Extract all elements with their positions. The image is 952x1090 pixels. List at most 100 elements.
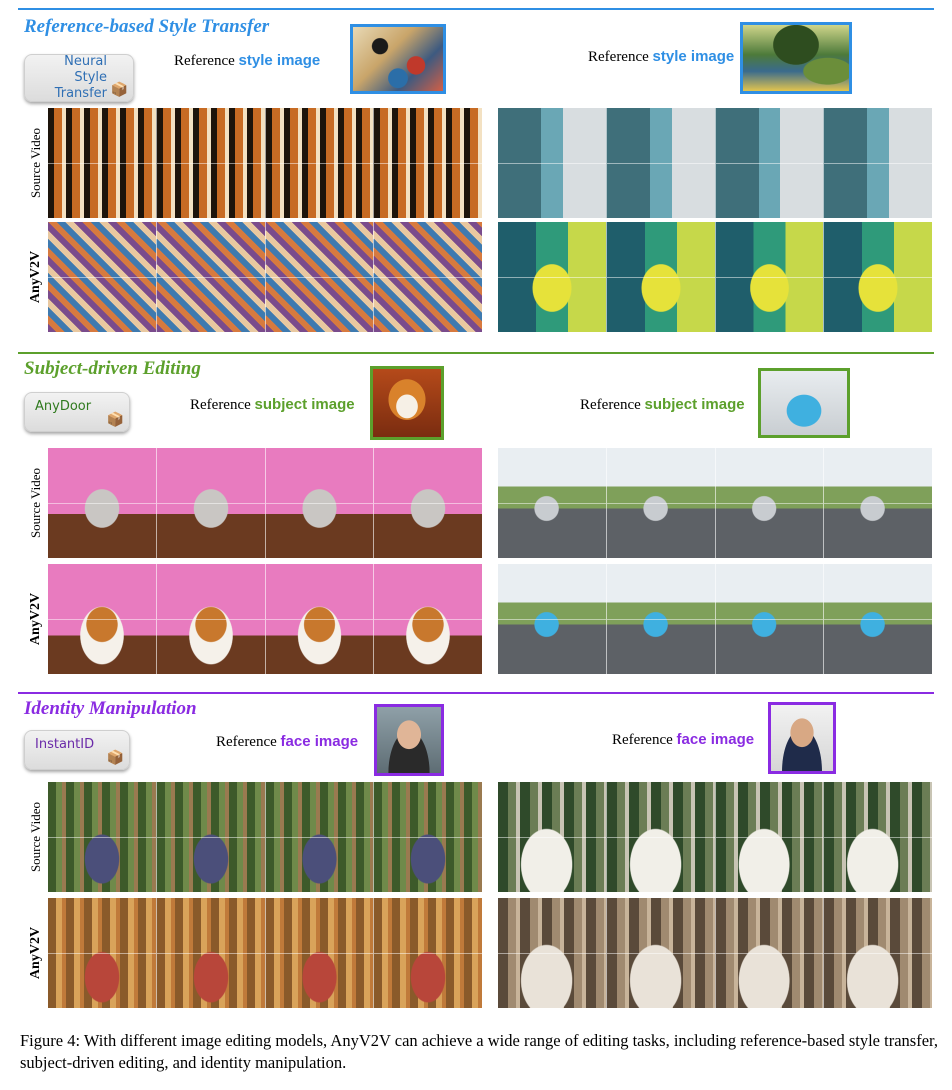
video-frame (48, 108, 157, 218)
section-subject-editing: Subject-driven Editing AnyDoor 📦 Referen… (18, 352, 934, 682)
row-label-anyv2v: AnyV2V (28, 926, 43, 980)
video-frame (715, 898, 825, 1008)
video-frame (498, 898, 607, 1008)
video-frame (48, 564, 157, 674)
reference-label-left: Reference style image (174, 52, 320, 70)
ref-kind: face image (280, 733, 359, 750)
video-frame (374, 564, 482, 674)
ref-prefix: Reference (216, 734, 277, 750)
ref-kind: subject image (644, 396, 745, 413)
reference-label-left: Reference face image (216, 733, 358, 751)
video-frame (48, 898, 157, 1008)
video-frame (374, 782, 482, 892)
video-frame (715, 564, 825, 674)
video-frame (824, 782, 932, 892)
video-frame (156, 448, 266, 558)
model-badge: InstantID 📦 (24, 730, 130, 770)
figure-caption: Figure 4: With different image editing m… (20, 1031, 938, 1072)
ref-kind: style image (238, 52, 321, 69)
section-rule (18, 8, 934, 10)
section-title: Subject-driven Editing (24, 358, 201, 379)
video-frame (606, 222, 716, 332)
video-frame (824, 448, 932, 558)
ref-kind: face image (676, 731, 755, 748)
ref-prefix: Reference (588, 49, 649, 65)
video-frame (265, 898, 375, 1008)
video-frame (824, 108, 932, 218)
video-frame (48, 782, 157, 892)
section-rule (18, 352, 934, 354)
reference-subject-image-right (758, 368, 850, 438)
model-label-line1: Neural Style (64, 54, 107, 85)
video-frame (265, 448, 375, 558)
ref-kind: style image (652, 48, 735, 65)
anyv2v-output-left (48, 222, 482, 332)
video-frame (156, 222, 266, 332)
video-frame (498, 782, 607, 892)
source-video-left (48, 108, 482, 218)
cube-icon: 📦 (110, 82, 128, 98)
reference-subject-image-left (370, 366, 444, 440)
video-frame (48, 448, 157, 558)
model-badge: Neural Style Transfer 📦 (24, 54, 134, 102)
section-title: Reference-based Style Transfer (24, 16, 270, 37)
anyv2v-output-right (498, 222, 932, 332)
row-label-anyv2v: AnyV2V (28, 250, 43, 304)
source-video-right (498, 448, 932, 558)
video-frame (715, 108, 825, 218)
video-frame (715, 448, 825, 558)
section-identity-manipulation: Identity Manipulation InstantID 📦 Refere… (18, 692, 934, 1022)
model-label-line2: Transfer (54, 86, 107, 101)
video-frame (374, 898, 482, 1008)
reference-label-right: Reference face image (612, 731, 754, 749)
video-frame (498, 564, 607, 674)
video-frame (715, 222, 825, 332)
reference-style-image-left (350, 24, 446, 94)
video-frame (606, 448, 716, 558)
model-label: AnyDoor (35, 399, 92, 414)
source-video-right (498, 108, 932, 218)
cube-icon: 📦 (106, 750, 124, 766)
anyv2v-output-right (498, 898, 932, 1008)
section-title: Identity Manipulation (24, 698, 197, 719)
ref-prefix: Reference (580, 397, 641, 413)
reference-style-image-right (740, 22, 852, 94)
video-frame (156, 898, 266, 1008)
video-frame (498, 448, 607, 558)
video-frame (374, 222, 482, 332)
ref-prefix: Reference (174, 53, 235, 69)
section-style-transfer: Reference-based Style Transfer Neural St… (18, 8, 934, 338)
reference-face-image-left (374, 704, 444, 776)
ref-kind: subject image (254, 396, 355, 413)
video-frame (265, 564, 375, 674)
reference-label-right: Reference style image (588, 48, 734, 66)
section-rule (18, 692, 934, 694)
video-frame (715, 782, 825, 892)
anyv2v-output-left (48, 564, 482, 674)
ref-prefix: Reference (190, 397, 251, 413)
video-frame (606, 898, 716, 1008)
cube-icon: 📦 (106, 412, 124, 428)
anyv2v-output-left (48, 898, 482, 1008)
video-frame (606, 108, 716, 218)
video-frame (265, 222, 375, 332)
video-frame (498, 222, 607, 332)
anyv2v-output-right (498, 564, 932, 674)
row-label-source: Source Video (28, 127, 44, 199)
video-frame (824, 222, 932, 332)
model-badge: AnyDoor 📦 (24, 392, 130, 432)
video-frame (824, 564, 932, 674)
source-video-left (48, 448, 482, 558)
video-frame (374, 108, 482, 218)
video-frame (606, 564, 716, 674)
video-frame (156, 782, 266, 892)
row-label-source: Source Video (28, 801, 44, 873)
video-frame (265, 108, 375, 218)
row-label-anyv2v: AnyV2V (28, 592, 43, 646)
reference-face-image-right (768, 702, 836, 774)
ref-prefix: Reference (612, 732, 673, 748)
video-frame (824, 898, 932, 1008)
source-video-right (498, 782, 932, 892)
source-video-left (48, 782, 482, 892)
model-label: InstantID (35, 737, 95, 752)
